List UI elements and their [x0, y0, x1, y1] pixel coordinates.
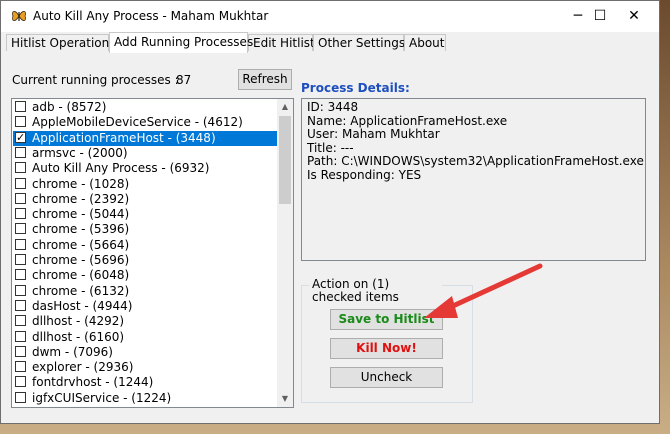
process-list-item[interactable]: chrome - (2392)	[13, 192, 279, 207]
process-checkbox[interactable]	[15, 254, 26, 265]
process-details-box: ID: 3448 Name: ApplicationFrameHost.exe Us…	[301, 98, 646, 261]
process-list-item[interactable]: Auto Kill Any Process - (6932)	[13, 161, 279, 176]
title-bar[interactable]: Auto Kill Any Process - Maham Mukhtar ─ …	[1, 1, 659, 32]
process-list-item[interactable]: dllhost - (4292)	[13, 314, 279, 329]
process-detail-line: Path: C:\WINDOWS\system32\ApplicationFra…	[307, 154, 644, 168]
process-label: dasHost - (4944)	[32, 298, 133, 313]
kill-now-button[interactable]: Kill Now!	[330, 338, 443, 359]
process-label: chrome - (5396)	[32, 222, 130, 237]
tab-add-running-processes[interactable]: Add Running Processes	[109, 32, 253, 53]
process-label: igfxCUIService - (1224)	[32, 390, 172, 405]
uncheck-button[interactable]: Uncheck	[330, 367, 443, 388]
process-label: Auto Kill Any Process - (6932)	[32, 161, 210, 176]
app-window: Auto Kill Any Process - Maham Mukhtar ─ …	[0, 0, 660, 424]
process-label: dllhost - (4292)	[32, 314, 125, 329]
process-list-item[interactable]: chrome - (5664)	[13, 238, 279, 253]
process-list-item[interactable]: chrome - (5696)	[13, 253, 279, 268]
process-label: chrome - (6048)	[32, 268, 130, 283]
process-checkbox[interactable]	[15, 223, 26, 235]
close-icon: ✕	[628, 8, 640, 24]
process-label: adb - (8572)	[32, 100, 107, 114]
process-label: ApplicationFrameHost - (3448)	[32, 130, 216, 145]
process-label: dwm - (7096)	[32, 344, 113, 359]
process-checkbox[interactable]	[15, 192, 26, 204]
process-label: armsvc - (2000)	[32, 145, 128, 160]
process-checkbox[interactable]	[15, 130, 26, 145]
process-checkbox[interactable]	[15, 208, 26, 220]
refresh-button[interactable]: Refresh	[238, 69, 292, 90]
tab-about[interactable]: About	[404, 34, 446, 51]
close-button[interactable]: ✕	[611, 1, 657, 32]
process-detail-line: Name: ApplicationFrameHost.exe	[307, 113, 508, 128]
process-list-item[interactable]: dllhost - (6160)	[13, 330, 279, 345]
process-list-item[interactable]: chrome - (5044)	[13, 207, 279, 222]
process-label: chrome - (2392)	[32, 191, 130, 206]
process-checkbox[interactable]	[15, 162, 26, 174]
process-list-item[interactable]: dwm - (7096)	[13, 345, 279, 360]
process-label: chrome - (5664)	[32, 237, 130, 252]
process-list-item[interactable]: chrome - (6048)	[13, 268, 279, 283]
process-list-item[interactable]: dasHost - (4944)	[13, 299, 279, 314]
running-processes-count: 87	[176, 73, 192, 87]
process-list-item[interactable]: chrome - (5396)	[13, 222, 279, 237]
process-list-item[interactable]: armsvc - (2000)	[13, 146, 279, 161]
process-list[interactable]: igfxCUIService - (1224) fontdrvhost - (12…	[11, 98, 294, 408]
process-list-item[interactable]: igfxCUIService - (1224)	[13, 391, 279, 406]
process-list-item[interactable]: fontdrvhost - (1244)	[13, 375, 279, 390]
tab-hitlist-operations[interactable]: Hitlist Operations	[6, 34, 115, 51]
scroll-thumb[interactable]	[279, 116, 291, 204]
maximize-icon: ☐	[593, 8, 607, 24]
process-list-item[interactable]: explorer - (2936)	[13, 360, 279, 375]
process-detail-line: User: Maham Mukhtar	[307, 127, 440, 141]
process-list-item[interactable]: ApplicationFrameHost - (3448)	[13, 130, 279, 146]
tab-strip: Hitlist Operations Add Running Processes…	[4, 32, 656, 53]
process-list-item[interactable]: AppleMobileDeviceService - (4612)	[13, 115, 279, 130]
process-label: chrome - (1028)	[32, 176, 130, 191]
process-details-title: Process Details:	[301, 81, 410, 95]
process-checkbox[interactable]	[15, 330, 26, 342]
process-checkbox[interactable]	[15, 361, 26, 373]
action-group-label: Action on (1) checked items	[309, 278, 442, 304]
process-list-item[interactable]: chrome - (1028)	[13, 177, 279, 192]
app-butterfly-icon	[12, 11, 26, 21]
scroll-up-icon[interactable]: ▲	[277, 99, 293, 115]
process-checkbox[interactable]	[15, 269, 26, 281]
scroll-down-icon[interactable]: ▼	[277, 391, 293, 407]
process-label: chrome - (6132)	[32, 283, 130, 298]
process-checkbox[interactable]	[15, 238, 26, 250]
running-processes-label: Current running processes :	[12, 73, 179, 87]
tab-edit-hitlist[interactable]: Edit Hitlist	[248, 34, 315, 51]
process-label: chrome - (5044)	[32, 207, 130, 222]
process-checkbox[interactable]	[15, 146, 26, 158]
process-detail-line: Title: ---	[307, 140, 354, 155]
process-checkbox[interactable]	[15, 284, 26, 296]
process-list-item[interactable]: chrome - (6132)	[13, 284, 279, 299]
window-title: Auto Kill Any Process - Maham Mukhtar	[33, 9, 269, 23]
process-detail-line: ID: 3448	[307, 100, 359, 114]
process-label: dllhost - (6160)	[32, 329, 125, 344]
add-running-processes-panel: Current running processes : 87 Refresh i…	[4, 52, 656, 420]
process-checkbox[interactable]	[15, 391, 26, 403]
process-label: explorer - (2936)	[32, 360, 134, 375]
process-label: chrome - (5696)	[32, 253, 130, 267]
save-to-hitlist-button[interactable]: Save to Hitlist	[330, 309, 443, 330]
process-checkbox[interactable]	[15, 299, 26, 311]
process-checkbox[interactable]	[15, 116, 26, 128]
process-checkbox[interactable]	[15, 345, 26, 357]
process-checkbox[interactable]	[15, 315, 26, 327]
process-checkbox[interactable]	[15, 376, 26, 388]
process-list-item[interactable]: adb - (8572)	[13, 100, 279, 115]
process-label: fontdrvhost - (1244)	[32, 375, 154, 390]
process-checkbox[interactable]	[15, 177, 26, 189]
tab-other-settings[interactable]: Other Settings	[313, 34, 405, 51]
process-list-scrollbar[interactable]: ▲ ▼	[277, 99, 293, 407]
process-label: AppleMobileDeviceService - (4612)	[32, 115, 243, 130]
process-checkbox[interactable]	[15, 101, 26, 112]
process-detail-line: Is Responding: YES	[307, 167, 422, 182]
